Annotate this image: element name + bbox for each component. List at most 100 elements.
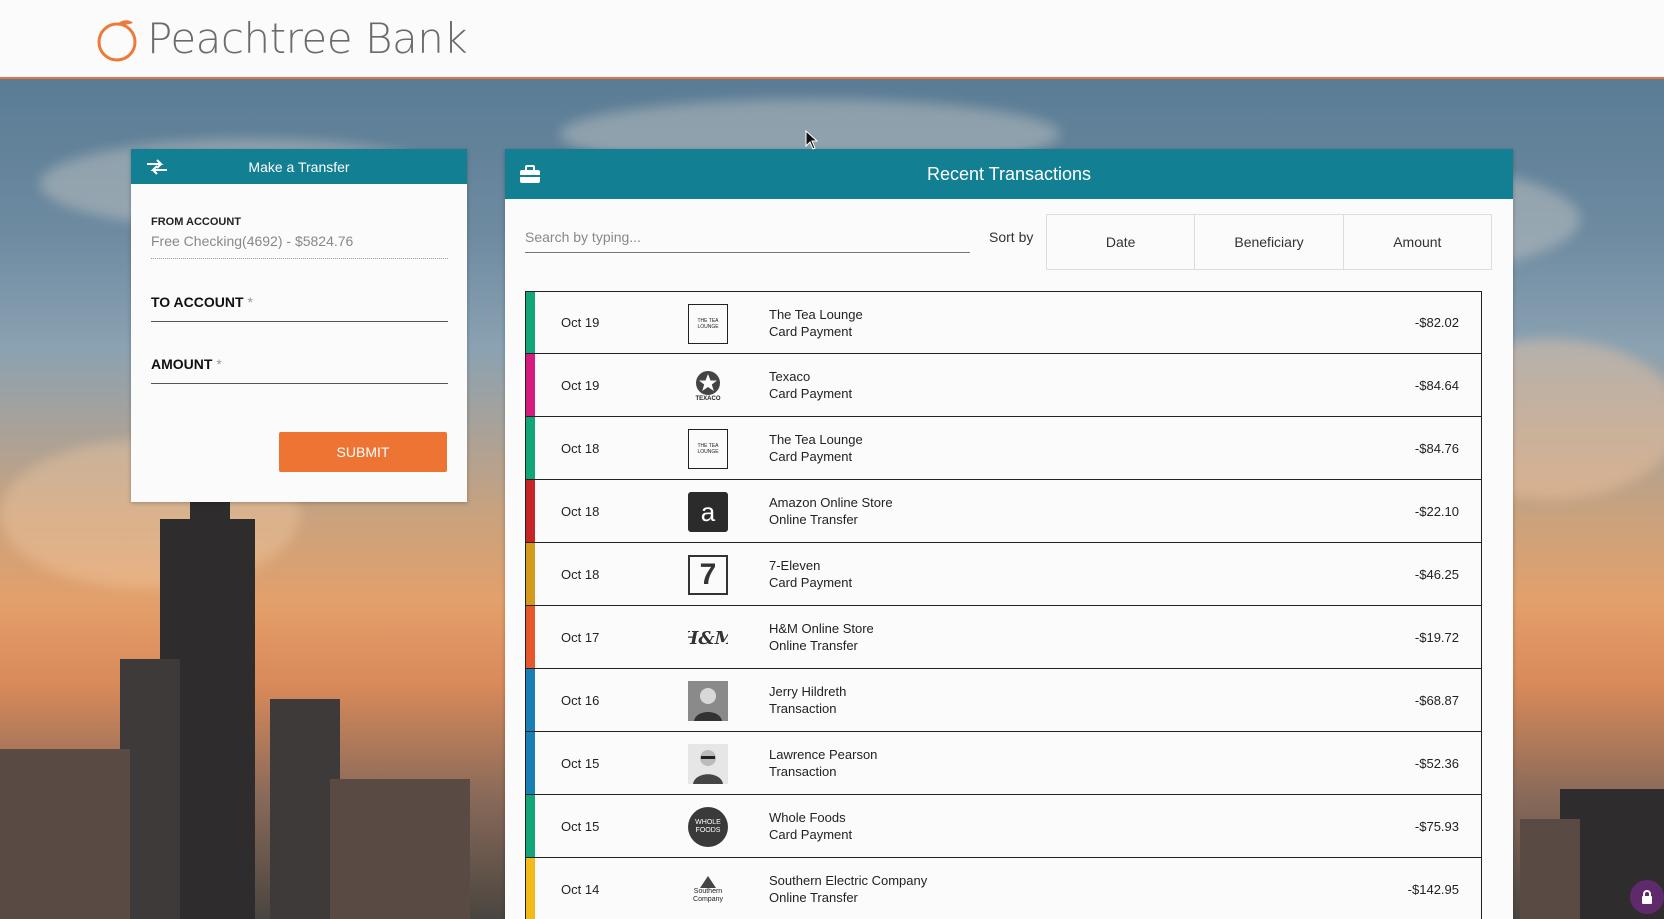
- transaction-amount: -$19.72: [1414, 629, 1459, 645]
- transaction-date: Oct 16: [561, 692, 600, 708]
- transaction-type: Card Payment: [769, 324, 853, 339]
- texaco-logo: TEXACO: [688, 366, 728, 406]
- transaction-amount: -$22.10: [1414, 503, 1459, 519]
- category-stripe: [526, 795, 535, 857]
- transaction-row[interactable]: Oct 17 H&M H&M Online Store Online Trans…: [525, 606, 1482, 669]
- person-avatar-icon: [688, 744, 728, 784]
- transaction-row[interactable]: Oct 18 7 7-Eleven Card Payment -$46.25: [525, 543, 1482, 606]
- privacy-widget-button[interactable]: [1630, 880, 1664, 914]
- transaction-merchant: Jerry Hildreth: [769, 684, 847, 699]
- transaction-date: Oct 18: [561, 440, 600, 456]
- transfer-panel: Make a Transfer FROM ACCOUNT Free Checki…: [131, 149, 467, 502]
- transaction-date: Oct 18: [561, 566, 600, 582]
- transaction-date: Oct 15: [561, 818, 600, 834]
- to-account-label: TO ACCOUNT: [151, 294, 244, 310]
- transaction-merchant: Southern Electric Company: [769, 873, 928, 888]
- transaction-merchant: H&M Online Store: [769, 621, 874, 636]
- transaction-merchant: The Tea Lounge: [769, 432, 863, 447]
- required-mark: *: [247, 294, 253, 310]
- tea-lounge-logo: THE TEA LOUNGE: [688, 429, 728, 469]
- transaction-amount: -$82.02: [1414, 315, 1459, 330]
- transaction-type: Online Transfer: [769, 890, 858, 905]
- transactions-list: Oct 19 THE TEA LOUNGE The Tea Lounge Car…: [525, 291, 1482, 919]
- transactions-header: Recent Transactions: [505, 149, 1513, 199]
- sort-button-group: Date Beneficiary Amount: [1046, 214, 1492, 270]
- category-stripe: [526, 354, 535, 416]
- transaction-row[interactable]: Oct 18 THE TEA LOUNGE The Tea Lounge Car…: [525, 417, 1482, 480]
- transaction-date: Oct 14: [561, 881, 600, 897]
- transaction-date: Oct 18: [561, 503, 600, 519]
- app-header: Peachtree Bank: [0, 0, 1664, 79]
- sort-by-label: Sort by: [989, 229, 1034, 245]
- search-input[interactable]: Search by typing...: [525, 227, 970, 253]
- seven-eleven-logo: 7: [688, 555, 728, 595]
- submit-button[interactable]: SUBMIT: [279, 432, 447, 472]
- southern-company-logo: Southern Company: [688, 870, 728, 910]
- tea-lounge-logo: THE TEA LOUNGE: [688, 304, 728, 344]
- transaction-row[interactable]: Oct 14 Southern Company Southern Electri…: [525, 858, 1482, 919]
- category-stripe: [526, 292, 535, 353]
- amazon-logo: a: [688, 492, 728, 532]
- whole-foods-logo: WHOLE FOODS: [688, 807, 728, 847]
- transaction-amount: -$84.76: [1414, 440, 1459, 456]
- amount-field[interactable]: AMOUNT *: [151, 356, 448, 384]
- transfer-header: Make a Transfer: [131, 149, 467, 184]
- transaction-row[interactable]: Oct 15 Lawrence Pearson Transaction -$52…: [525, 732, 1482, 795]
- category-stripe: [526, 669, 535, 731]
- mouse-cursor-icon: [805, 130, 819, 150]
- transaction-type: Card Payment: [769, 575, 853, 590]
- transaction-date: Oct 19: [561, 315, 600, 330]
- lawrence-avatar: [688, 744, 728, 784]
- transaction-type: Transaction: [769, 764, 837, 779]
- briefcase-icon: [520, 165, 540, 183]
- transaction-date: Oct 19: [561, 377, 600, 393]
- sort-date-button[interactable]: Date: [1047, 215, 1196, 269]
- transaction-merchant: Amazon Online Store: [769, 495, 893, 510]
- transaction-amount: -$52.36: [1414, 755, 1459, 771]
- transaction-type: Card Payment: [769, 386, 853, 401]
- transaction-type: Transaction: [769, 701, 837, 716]
- to-account-field[interactable]: TO ACCOUNT *: [151, 294, 448, 322]
- from-account-label: FROM ACCOUNT: [151, 216, 242, 228]
- category-stripe: [526, 732, 535, 794]
- category-stripe: [526, 417, 535, 479]
- transactions-title: Recent Transactions: [926, 163, 1092, 184]
- transaction-amount: -$46.25: [1414, 566, 1459, 582]
- transaction-amount: -$75.93: [1414, 818, 1459, 834]
- texaco-star-icon: [696, 371, 720, 395]
- transaction-row[interactable]: Oct 15 WHOLE FOODS Whole Foods Card Paym…: [525, 795, 1482, 858]
- required-mark: *: [216, 356, 222, 372]
- brand-name: Peachtree Bank: [147, 14, 468, 63]
- transaction-merchant: The Tea Lounge: [769, 307, 863, 322]
- category-stripe: [526, 480, 535, 542]
- transaction-amount: -$84.64: [1414, 377, 1459, 393]
- transaction-row[interactable]: Oct 16 Jerry Hildreth Transaction -$68.8…: [525, 669, 1482, 732]
- transaction-date: Oct 15: [561, 755, 600, 771]
- triangle-mark-icon: [700, 876, 716, 888]
- amount-label: AMOUNT: [151, 356, 213, 372]
- transaction-row[interactable]: Oct 19 TEXACO Texaco Card Payment -$84.6…: [525, 354, 1482, 417]
- jerry-avatar: [688, 681, 728, 721]
- transaction-merchant: Texaco: [769, 369, 811, 384]
- person-avatar-icon: [688, 681, 728, 721]
- from-account-field[interactable]: Free Checking(4692) - $5824.76: [151, 233, 448, 259]
- sort-amount-button[interactable]: Amount: [1343, 215, 1491, 269]
- category-stripe: [526, 858, 535, 919]
- transaction-row[interactable]: Oct 19 THE TEA LOUNGE The Tea Lounge Car…: [525, 291, 1482, 354]
- transaction-merchant: 7-Eleven: [769, 558, 821, 573]
- transaction-date: Oct 17: [561, 629, 600, 645]
- transaction-type: Card Payment: [769, 827, 853, 842]
- peach-logo-icon: [97, 19, 137, 61]
- sort-beneficiary-button[interactable]: Beneficiary: [1195, 215, 1344, 269]
- swap-arrows-icon: [147, 159, 167, 175]
- transactions-panel: Recent Transactions Search by typing... …: [505, 149, 1513, 919]
- transaction-amount: -$68.87: [1414, 692, 1459, 708]
- lock-icon: [1642, 890, 1652, 904]
- category-stripe: [526, 606, 535, 668]
- transaction-type: Online Transfer: [769, 638, 858, 653]
- transaction-row[interactable]: Oct 18 a Amazon Online Store Online Tran…: [525, 480, 1482, 543]
- transaction-merchant: Whole Foods: [769, 810, 846, 825]
- transaction-type: Online Transfer: [769, 512, 858, 527]
- transaction-merchant: Lawrence Pearson: [769, 747, 878, 762]
- transaction-amount: -$142.95: [1407, 881, 1459, 897]
